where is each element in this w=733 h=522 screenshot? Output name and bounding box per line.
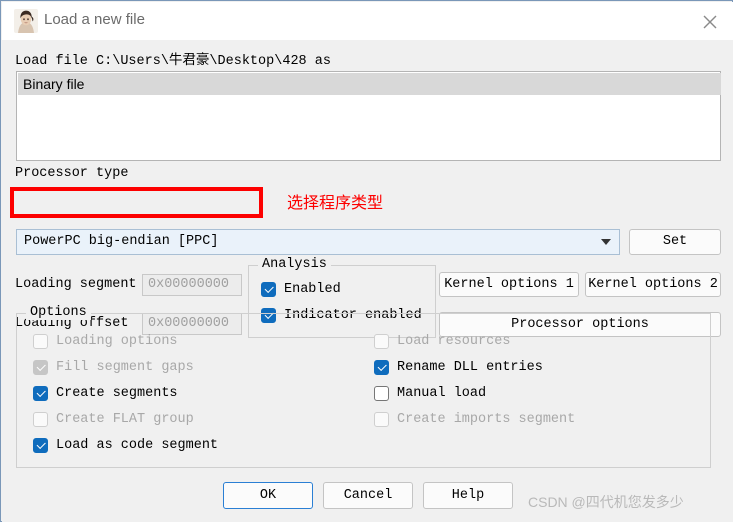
checkbox-label: Fill segment gaps	[56, 360, 194, 375]
checkbox-label: Rename DLL entries	[397, 360, 543, 375]
annotation-highlight-box	[10, 187, 263, 218]
ida-woman-logo-icon	[14, 9, 38, 33]
analysis-group-title: Analysis	[258, 257, 331, 272]
checkbox-label: Load as code segment	[56, 438, 219, 453]
checkbox-label: Loading options	[56, 334, 178, 349]
checkbox-box[interactable]	[33, 386, 48, 401]
checkbox-box[interactable]	[374, 360, 389, 375]
processor-type-combobox[interactable]: PowerPC big-endian [PPC]	[16, 229, 620, 255]
chevron-down-icon[interactable]	[601, 239, 611, 245]
processor-type-value: PowerPC big-endian [PPC]	[24, 234, 219, 249]
checkbox-box[interactable]	[33, 412, 48, 427]
kernel-options-2-button[interactable]: Kernel options 2	[585, 272, 721, 297]
cancel-button[interactable]: Cancel	[323, 482, 413, 509]
set-button[interactable]: Set	[629, 229, 721, 255]
file-type-list[interactable]: Binary file	[16, 71, 721, 161]
checkbox-label: Create FLAT group	[56, 412, 194, 427]
watermark-text: CSDN @四代机您发多少	[528, 494, 684, 510]
checkbox-label: Load resources	[397, 334, 511, 349]
checkbox-label: Create segments	[56, 386, 178, 401]
checkbox-label: Create imports segment	[397, 412, 576, 427]
title-bar: Load a new file	[2, 2, 733, 40]
options-group-title: Options	[26, 305, 91, 320]
checkbox-box[interactable]	[33, 334, 48, 349]
load-new-file-dialog: Load a new file Load file C:\Users\牛君豪\D…	[0, 0, 733, 522]
checkbox-label: Manual load	[397, 386, 487, 401]
list-item-binary-file[interactable]: Binary file	[18, 73, 721, 95]
dialog-body: Load file C:\Users\牛君豪\Desktop\428 as Bi…	[2, 40, 733, 522]
checkbox-box[interactable]	[33, 360, 48, 375]
kernel-options-1-button[interactable]: Kernel options 1	[439, 272, 579, 297]
close-icon[interactable]	[687, 3, 733, 40]
window-title: Load a new file	[44, 11, 145, 28]
checkbox-box[interactable]	[33, 438, 48, 453]
processor-type-label: Processor type	[15, 166, 129, 181]
checkbox-box[interactable]	[374, 334, 389, 349]
annotation-note-text: 选择程序类型	[287, 195, 384, 212]
checkbox-box[interactable]	[374, 412, 389, 427]
ok-button[interactable]: OK	[223, 482, 313, 509]
load-file-path-label: Load file C:\Users\牛君豪\Desktop\428 as	[15, 54, 331, 69]
checkbox-box[interactable]	[261, 282, 276, 297]
help-button[interactable]: Help	[423, 482, 513, 509]
checkbox-label: Enabled	[284, 282, 341, 297]
options-group: Options Loading options Fill segment gap…	[16, 305, 711, 468]
loading-segment-input[interactable]: 0x00000000	[142, 274, 242, 296]
loading-segment-label: Loading segment	[15, 277, 137, 292]
checkbox-box[interactable]	[374, 386, 389, 401]
